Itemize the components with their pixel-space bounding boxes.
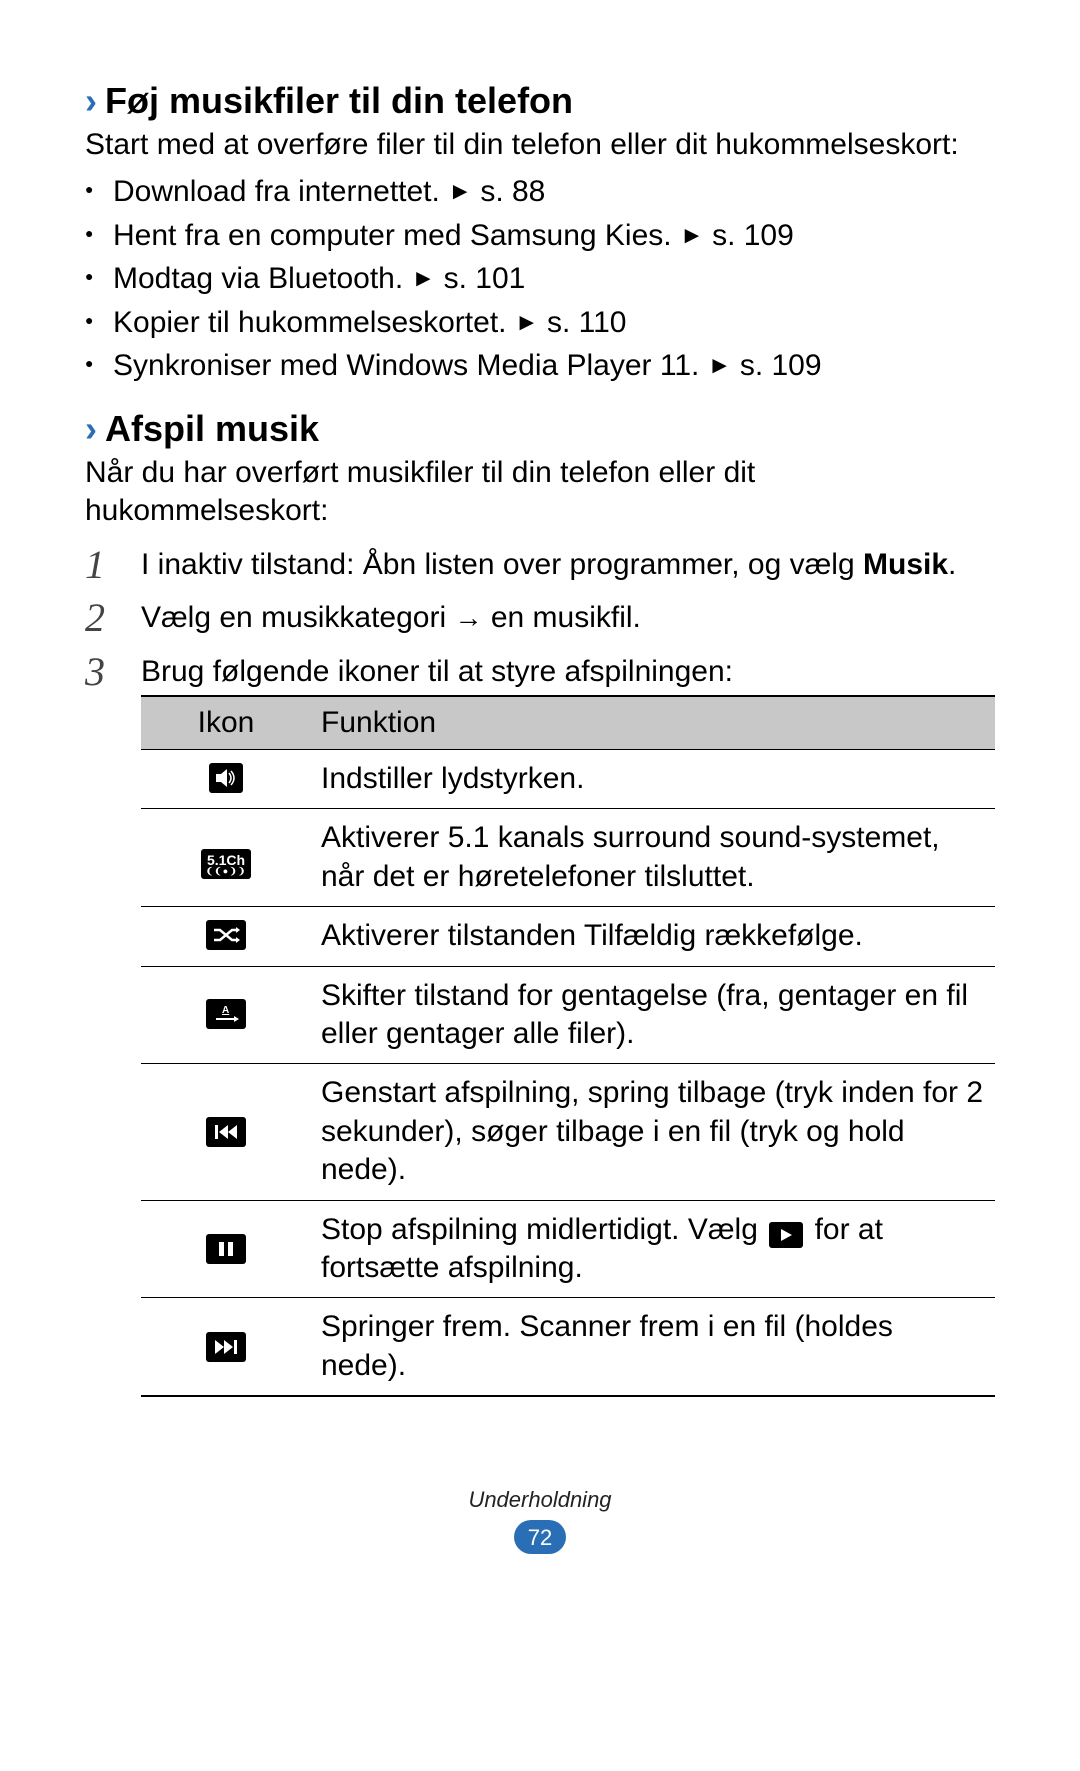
table-row: 5.1Ch ❨❨●❩❩ Aktiverer 5.1 kanals surroun…	[141, 809, 995, 907]
icon-description: Aktiverer 5.1 kanals surround sound-syst…	[311, 809, 995, 907]
list-item: Synkroniser med Windows Media Player 11.…	[85, 344, 995, 388]
section2-intro: Når du har overført musikfiler til din t…	[85, 454, 995, 531]
section-heading-add-music: › Føj musikfiler til din telefon	[85, 80, 995, 122]
icon-description: Stop afspilning midlertidigt. Vælg for a…	[311, 1200, 995, 1298]
page-number: 72	[513, 1525, 567, 1551]
step-text: Brug følgende ikoner til at styre afspil…	[141, 655, 733, 688]
pause-icon	[206, 1234, 246, 1264]
bullet-text: Hent fra en computer med Samsung Kies.	[113, 219, 672, 252]
ref-arrow-icon: ►	[448, 178, 472, 205]
list-item: Hent fra en computer med Samsung Kies. ►…	[85, 214, 995, 258]
icon-cell: 5.1Ch ❨❨●❩❩	[141, 809, 311, 907]
bullet-text: Kopier til hukommelseskortet.	[113, 306, 507, 339]
list-item: Download fra internettet. ► s. 88	[85, 170, 995, 214]
list-item: Kopier til hukommelseskortet. ► s. 110	[85, 301, 995, 345]
icon-description: Indstiller lydstyrken.	[311, 750, 995, 809]
skip-back-icon	[206, 1117, 246, 1147]
section-heading-play-music: › Afspil musik	[85, 408, 995, 450]
surround-51-icon: 5.1Ch ❨❨●❩❩	[201, 849, 251, 879]
table-row: Indstiller lydstyrken.	[141, 750, 995, 809]
step-list: I inaktiv tilstand: Åbn listen over prog…	[85, 545, 995, 1397]
step-item: Vælg en musikkategori → en musikfil.	[85, 598, 995, 638]
table-row: Genstart afspilning, spring tilbage (try…	[141, 1064, 995, 1200]
col-header-function: Funktion	[311, 696, 995, 749]
page-ref: s. 88	[480, 175, 545, 208]
step-text: I inaktiv tilstand: Åbn listen over prog…	[141, 548, 863, 581]
heading-text: Afspil musik	[105, 408, 319, 450]
list-item: Modtag via Bluetooth. ► s. 101	[85, 257, 995, 301]
step-item: Brug følgende ikoner til at styre afspil…	[85, 652, 995, 1397]
manual-page: › Føj musikfiler til din telefon Start m…	[0, 0, 1080, 1600]
table-header-row: Ikon Funktion	[141, 696, 995, 749]
arrow-right-icon: →	[454, 602, 482, 633]
icon-label: 5.1Ch	[207, 853, 245, 867]
bullet-text: Modtag via Bluetooth.	[113, 262, 403, 295]
play-icon	[769, 1222, 803, 1248]
page-number-badge: 72	[513, 1519, 567, 1555]
playback-icons-table: Ikon Funktion Indstiller lydstyrken.	[141, 695, 995, 1397]
page-footer: Underholdning 72	[85, 1487, 995, 1560]
step-text: .	[948, 548, 956, 581]
col-header-icon: Ikon	[141, 696, 311, 749]
footer-section-label: Underholdning	[85, 1487, 995, 1513]
icon-cell	[141, 750, 311, 809]
table-row: A Skifter tilstand for gentagelse (fra, …	[141, 966, 995, 1064]
repeat-icon: A	[206, 999, 246, 1029]
table-row: Aktiverer tilstanden Tilfældig rækkefølg…	[141, 907, 995, 966]
icon-cell	[141, 1064, 311, 1200]
ref-arrow-icon: ►	[680, 222, 704, 249]
icon-cell	[141, 907, 311, 966]
skip-forward-icon	[206, 1332, 246, 1362]
page-ref: s. 109	[740, 349, 822, 382]
ref-arrow-icon: ►	[412, 265, 436, 292]
chevron-icon: ›	[85, 80, 97, 122]
icon-cell	[141, 1200, 311, 1298]
icon-description: Skifter tilstand for gentagelse (fra, ge…	[311, 966, 995, 1064]
icon-description: Genstart afspilning, spring tilbage (try…	[311, 1064, 995, 1200]
icon-cell	[141, 1298, 311, 1396]
section1-intro: Start med at overføre filer til din tele…	[85, 126, 995, 164]
page-ref: s. 109	[712, 219, 794, 252]
icon-cell: A	[141, 966, 311, 1064]
page-ref: s. 101	[444, 262, 526, 295]
table-row: Springer frem. Scanner frem i en fil (ho…	[141, 1298, 995, 1396]
desc-text: Stop afspilning midlertidigt. Vælg	[321, 1213, 766, 1246]
transfer-methods-list: Download fra internettet. ► s. 88 Hent f…	[85, 170, 995, 388]
step-text: en musikfil.	[482, 601, 640, 634]
app-name: Musik	[863, 548, 948, 581]
step-text: Vælg en musikkategori	[141, 601, 454, 634]
svg-text:A: A	[222, 1005, 229, 1016]
shuffle-icon	[206, 920, 246, 950]
chevron-icon: ›	[85, 408, 97, 450]
heading-text: Føj musikfiler til din telefon	[105, 80, 573, 122]
icon-description: Aktiverer tilstanden Tilfældig rækkefølg…	[311, 907, 995, 966]
ref-arrow-icon: ►	[708, 352, 732, 379]
volume-icon	[209, 763, 243, 793]
bullet-text: Download fra internettet.	[113, 175, 440, 208]
page-ref: s. 110	[547, 306, 627, 339]
icon-sublabel: ❨❨●❩❩	[206, 867, 247, 876]
ref-arrow-icon: ►	[515, 309, 539, 336]
icon-description: Springer frem. Scanner frem i en fil (ho…	[311, 1298, 995, 1396]
step-item: I inaktiv tilstand: Åbn listen over prog…	[85, 545, 995, 585]
table-row: Stop afspilning midlertidigt. Vælg for a…	[141, 1200, 995, 1298]
bullet-text: Synkroniser med Windows Media Player 11.	[113, 349, 699, 382]
